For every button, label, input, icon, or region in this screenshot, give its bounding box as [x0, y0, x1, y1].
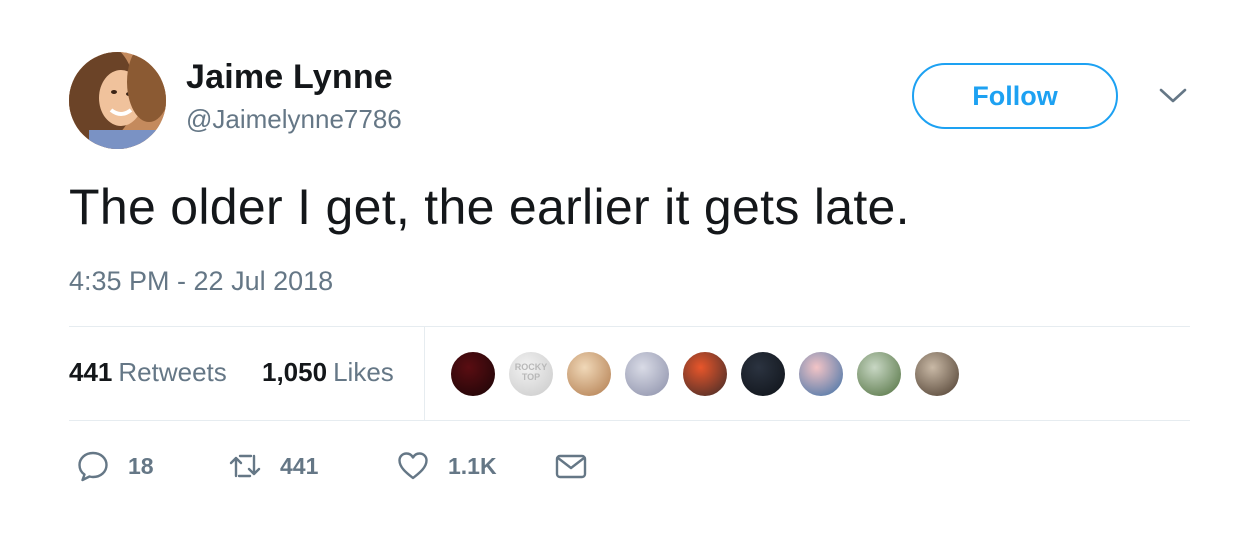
- avatar-photo: [69, 52, 166, 149]
- likes-label: Likes: [333, 357, 394, 387]
- like-count: 1.1K: [448, 452, 497, 479]
- envelope-icon: [555, 454, 587, 479]
- chevron-down-icon[interactable]: [1158, 86, 1188, 106]
- like-button[interactable]: 1.1K: [396, 448, 497, 484]
- divider: [69, 326, 1190, 327]
- retweet-button[interactable]: 441: [228, 448, 318, 484]
- reply-button[interactable]: 18: [76, 448, 154, 484]
- reply-icon: [78, 451, 108, 482]
- reply-count: 18: [128, 452, 154, 479]
- direct-message-button[interactable]: [554, 448, 588, 484]
- avatar[interactable]: [69, 52, 166, 149]
- retweets-count: 441: [69, 357, 113, 387]
- tweet-text: The older I get, the earlier it gets lat…: [69, 179, 910, 235]
- liker-avatar[interactable]: [855, 350, 903, 398]
- liker-avatar[interactable]: [681, 350, 729, 398]
- liker-avatar[interactable]: [739, 350, 787, 398]
- divider: [69, 420, 1190, 421]
- liker-avatar-logo: ROCKY TOP: [514, 362, 548, 382]
- retweets-stat[interactable]: 441 Retweets: [69, 357, 227, 388]
- user-handle[interactable]: @Jaimelynne7786: [186, 104, 402, 135]
- retweets-label: Retweets: [118, 357, 227, 387]
- follow-button[interactable]: Follow: [912, 63, 1118, 129]
- liker-avatar[interactable]: [623, 350, 671, 398]
- retweet-count: 441: [280, 452, 319, 479]
- tweet-timestamp[interactable]: 4:35 PM - 22 Jul 2018: [69, 266, 333, 297]
- likes-stat[interactable]: 1,050 Likes: [262, 357, 394, 388]
- liker-avatar[interactable]: ROCKY TOP: [507, 350, 555, 398]
- divider: [424, 327, 425, 420]
- retweet-icon: [229, 454, 261, 478]
- liker-avatar[interactable]: [913, 350, 961, 398]
- tweet-card: Jaime Lynne @Jaimelynne7786 Follow The o…: [0, 0, 1256, 540]
- liker-avatar[interactable]: [449, 350, 497, 398]
- likes-count: 1,050: [262, 357, 328, 387]
- display-name[interactable]: Jaime Lynne: [186, 58, 393, 97]
- liker-avatar[interactable]: [797, 350, 845, 398]
- heart-icon: [398, 452, 428, 480]
- liker-avatar[interactable]: [565, 350, 613, 398]
